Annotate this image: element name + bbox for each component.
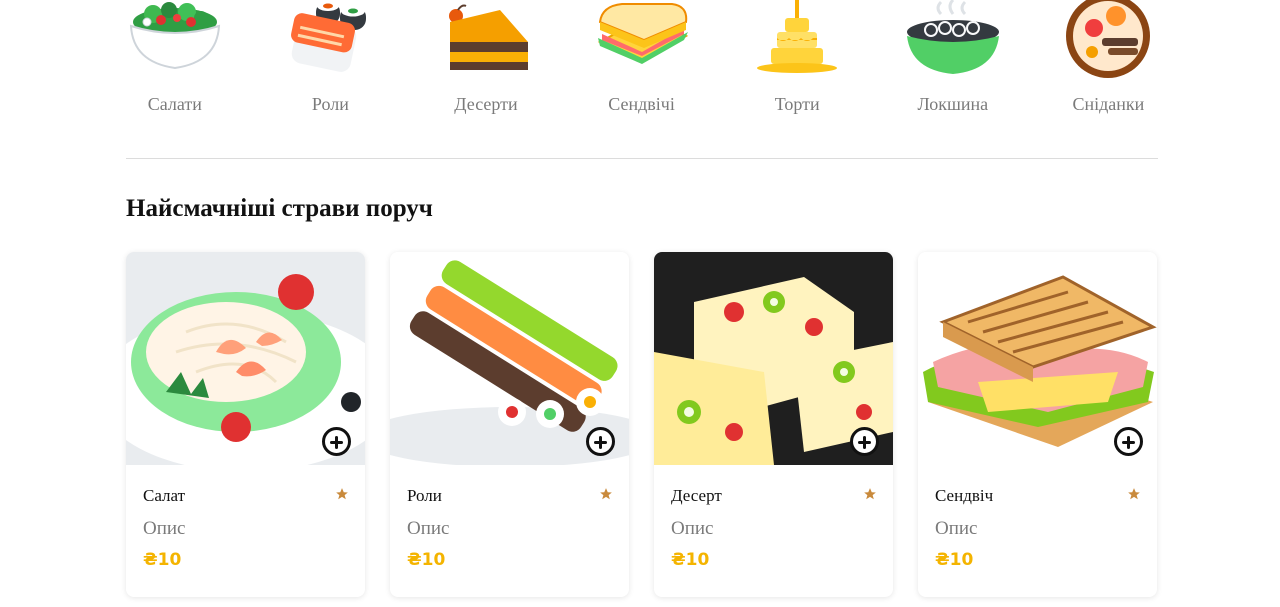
- product-name: Салат: [143, 486, 186, 505]
- category-desserts[interactable]: Десерти: [408, 0, 564, 130]
- product-card-dessert[interactable]: Десерт Опис ₴10: [654, 252, 893, 597]
- category-label: Роли: [311, 94, 349, 114]
- category-cakes[interactable]: Торти: [719, 0, 875, 130]
- product-price: ₴10: [671, 550, 710, 570]
- section-divider: [126, 158, 1158, 159]
- product-description: Опис: [935, 518, 978, 539]
- product-description: Опис: [143, 518, 186, 539]
- star-icon[interactable]: [599, 487, 613, 501]
- category-list: Салати Роли Десерти Сендвічі Торти Локши…: [97, 0, 1187, 130]
- add-to-cart-button[interactable]: [322, 427, 351, 456]
- product-name: Роли: [407, 486, 442, 505]
- category-salads[interactable]: Салати: [97, 0, 253, 130]
- star-icon[interactable]: [335, 487, 349, 501]
- star-icon[interactable]: [863, 487, 877, 501]
- product-description: Опис: [671, 518, 714, 539]
- salad-icon: [125, 0, 225, 80]
- category-rolls[interactable]: Роли: [253, 0, 409, 130]
- breakfast-plate-icon: [1058, 0, 1158, 80]
- product-card-rolls[interactable]: Роли Опис ₴10: [390, 252, 629, 597]
- category-label: Салати: [147, 94, 202, 114]
- cake-slice-icon: [436, 0, 536, 80]
- category-label: Сендвічі: [608, 94, 675, 114]
- add-to-cart-button[interactable]: [586, 427, 615, 456]
- product-card-sandwich[interactable]: Сендвіч Опис ₴10: [918, 252, 1157, 597]
- product-name: Сендвіч: [935, 486, 994, 505]
- star-icon[interactable]: [1127, 487, 1141, 501]
- category-breakfast[interactable]: Сніданки: [1031, 0, 1187, 130]
- add-to-cart-button[interactable]: [850, 427, 879, 456]
- product-price: ₴10: [407, 550, 446, 570]
- product-card-salad[interactable]: Салат Опис ₴10: [126, 252, 365, 597]
- sushi-rolls-icon: [280, 0, 380, 80]
- product-list: Салат Опис ₴10 Роли Опис ₴10 Десерт Опис…: [126, 252, 1158, 597]
- category-label: Торти: [774, 94, 820, 114]
- add-to-cart-button[interactable]: [1114, 427, 1143, 456]
- category-sandwiches[interactable]: Сендвічі: [564, 0, 720, 130]
- product-price: ₴10: [935, 550, 974, 570]
- product-description: Опис: [407, 518, 450, 539]
- category-label: Локшина: [917, 94, 989, 114]
- category-label: Сніданки: [1072, 94, 1145, 114]
- noodle-bowl-icon: [903, 0, 1003, 80]
- section-title: Найсмачніші страви поруч: [126, 195, 433, 222]
- product-name: Десерт: [671, 486, 722, 505]
- tiered-cake-icon: [747, 0, 847, 80]
- sandwich-icon: [592, 0, 692, 80]
- category-noodles[interactable]: Локшина: [875, 0, 1031, 130]
- category-label: Десерти: [454, 94, 518, 114]
- product-price: ₴10: [143, 550, 182, 570]
